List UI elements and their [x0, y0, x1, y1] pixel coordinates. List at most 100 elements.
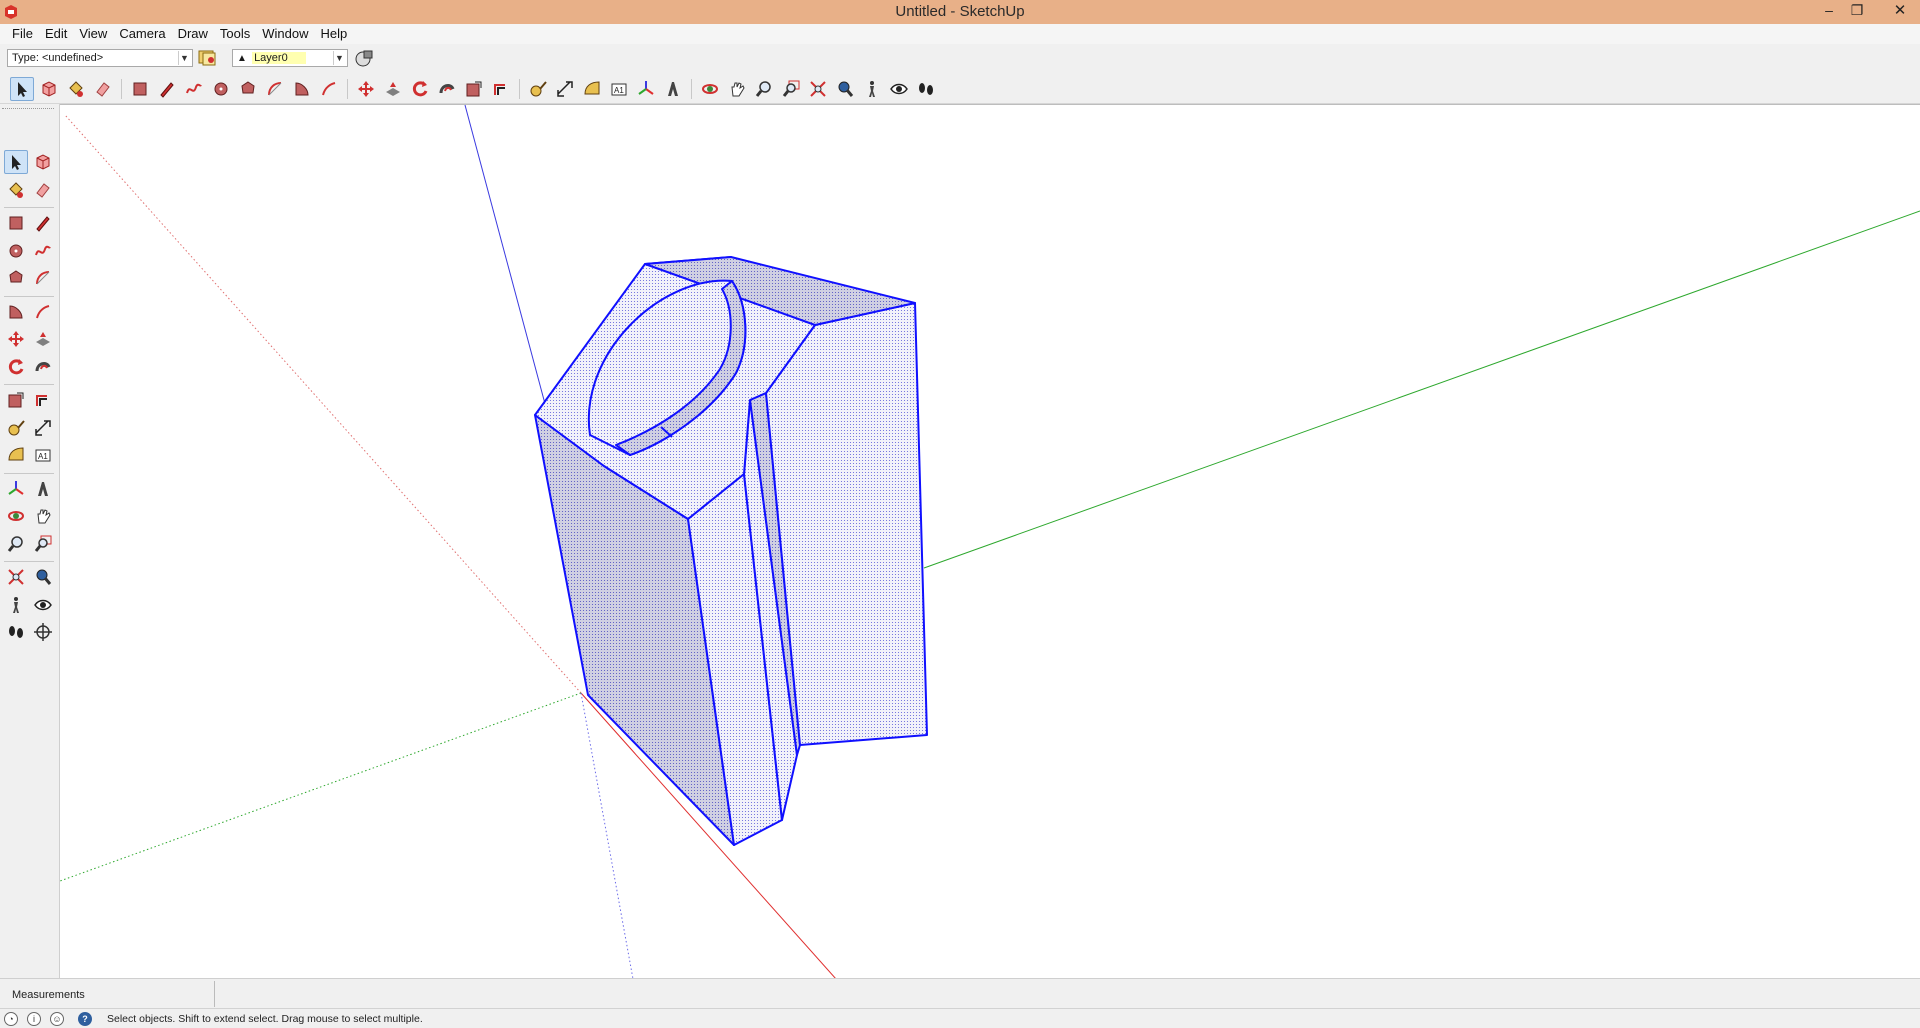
zoom-extents-tool[interactable] [4, 565, 28, 589]
dimension-tool[interactable] [31, 416, 55, 440]
protractor-tool[interactable] [4, 443, 28, 467]
two-point-arc-tool[interactable] [31, 300, 55, 324]
footprints-icon [9, 626, 23, 638]
rotate-tool[interactable] [408, 77, 432, 101]
tape-measure-tool[interactable] [526, 77, 550, 101]
polygon-tool[interactable] [236, 77, 260, 101]
toolbar-grip[interactable] [2, 108, 54, 110]
menu-file[interactable]: File [6, 24, 39, 44]
help-icon[interactable]: ? [78, 1012, 92, 1026]
zoom-extents-tool[interactable] [806, 77, 830, 101]
make-component-tool[interactable] [31, 150, 55, 174]
make-component-tool[interactable] [37, 77, 61, 101]
text-tool[interactable]: A1 [607, 77, 631, 101]
selected-model[interactable] [534, 256, 928, 846]
line-tool[interactable] [31, 211, 55, 235]
zoom-tool[interactable] [4, 532, 28, 556]
scale-tool[interactable] [4, 388, 28, 412]
text-icon: A1 [35, 449, 51, 462]
maximize-button[interactable]: ❐ [1840, 0, 1874, 20]
menu-window[interactable]: Window [256, 24, 314, 44]
freehand-tool[interactable] [31, 239, 55, 263]
offset-tool[interactable] [31, 388, 55, 412]
3dtext-icon [38, 481, 48, 496]
previous-view-tool[interactable] [833, 77, 857, 101]
move-tool[interactable] [354, 77, 378, 101]
menu-tools[interactable]: Tools [214, 24, 256, 44]
pie-tool[interactable] [4, 300, 28, 324]
arc-tool[interactable] [31, 266, 55, 290]
pie-tool[interactable] [290, 77, 314, 101]
menu-view[interactable]: View [73, 24, 113, 44]
axes-tool[interactable] [634, 77, 658, 101]
look-around-tool[interactable] [887, 77, 911, 101]
pan-tool[interactable] [31, 504, 55, 528]
eraser-tool[interactable] [91, 77, 115, 101]
pan-tool[interactable] [725, 77, 749, 101]
zoom-window-icon [34, 535, 52, 552]
type-dropdown[interactable]: Type: <undefined> ▼ [7, 49, 193, 67]
select-tool[interactable] [4, 150, 28, 174]
orbit-tool[interactable] [4, 504, 28, 528]
menu-edit[interactable]: Edit [39, 24, 73, 44]
3d-text-tool[interactable] [661, 77, 685, 101]
toolbar-separator [4, 207, 54, 208]
line-tool[interactable] [155, 77, 179, 101]
circle-tool[interactable] [4, 239, 28, 263]
close-button[interactable]: ✕ [1880, 0, 1920, 20]
paint-bucket-tool[interactable] [64, 77, 88, 101]
move-tool[interactable] [4, 327, 28, 351]
position-camera-tool[interactable] [4, 593, 28, 617]
model-scene[interactable] [60, 105, 1920, 979]
eraser-icon [36, 182, 50, 198]
layer-dropdown[interactable]: ▲ Layer0 ▼ [232, 49, 348, 67]
paint-bucket-tool[interactable] [4, 178, 28, 202]
zoom-tool[interactable] [752, 77, 776, 101]
dimension-tool[interactable] [553, 77, 577, 101]
layer-manager-icon[interactable] [196, 47, 220, 69]
user-icon[interactable]: ☺ [50, 1012, 64, 1026]
eraser-tool[interactable] [31, 178, 55, 202]
look-around-tool[interactable] [31, 593, 55, 617]
tape-measure-tool[interactable] [4, 416, 28, 440]
layers-toolbar: Type: <undefined> ▼ ▲ Layer0 ▼ [0, 44, 1920, 74]
walk-tool[interactable] [4, 620, 28, 644]
two-point-arc-tool[interactable] [317, 77, 341, 101]
menu-draw[interactable]: Draw [172, 24, 214, 44]
select-tool[interactable] [10, 77, 34, 101]
offset-tool[interactable] [489, 77, 513, 101]
circle-tool[interactable] [209, 77, 233, 101]
toolbar-separator [4, 472, 54, 474]
text-tool[interactable]: A1 [31, 443, 55, 467]
rectangle-tool[interactable] [4, 211, 28, 235]
menu-camera[interactable]: Camera [113, 24, 171, 44]
freehand-tool[interactable] [182, 77, 206, 101]
measurements-label: Measurements [12, 989, 85, 1001]
modeling-viewport[interactable] [60, 104, 1920, 979]
protractor-tool[interactable] [580, 77, 604, 101]
push-pull-tool[interactable] [381, 77, 405, 101]
arc-tool[interactable] [263, 77, 287, 101]
walk-tool[interactable] [914, 77, 938, 101]
menu-help[interactable]: Help [315, 24, 354, 44]
rotate-tool[interactable] [4, 355, 28, 379]
previous-view-tool[interactable] [31, 565, 55, 589]
geo-location-icon[interactable]: ◔ [4, 1012, 18, 1026]
follow-me-tool[interactable] [31, 355, 55, 379]
zoom-window-tool[interactable] [31, 532, 55, 556]
scale-tool[interactable] [462, 77, 486, 101]
section-plane-tool[interactable] [31, 620, 55, 644]
follow-me-tool[interactable] [435, 77, 459, 101]
credits-icon[interactable]: i [27, 1012, 41, 1026]
orbit-tool[interactable] [698, 77, 722, 101]
polygon-tool[interactable] [4, 266, 28, 290]
status-bar: ◔ i ☺ ? Select objects. Shift to extend … [0, 1008, 1920, 1028]
zoom-window-tool[interactable] [779, 77, 803, 101]
axes-tool[interactable] [4, 477, 28, 501]
layer-color-icon[interactable] [352, 47, 376, 69]
blue-axis-hidden [580, 692, 634, 979]
push-pull-tool[interactable] [31, 327, 55, 351]
3d-text-tool[interactable] [31, 477, 55, 501]
position-camera-tool[interactable] [860, 77, 884, 101]
rectangle-tool[interactable] [128, 77, 152, 101]
